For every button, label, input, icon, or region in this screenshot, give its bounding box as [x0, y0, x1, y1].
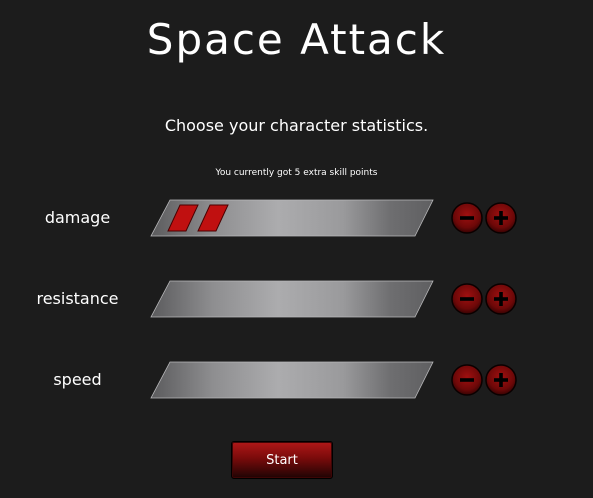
stat-buttons-speed — [450, 364, 520, 398]
stat-bar-track — [150, 280, 434, 318]
stat-bar-speed — [150, 361, 434, 399]
stat-label-resistance: resistance — [36, 289, 119, 308]
start-button[interactable]: Start — [231, 441, 333, 479]
increase-resistance-button[interactable] — [485, 283, 517, 315]
game-screen: Space Attack Choose your character stati… — [0, 0, 593, 498]
minus-icon — [451, 364, 483, 396]
stat-bar-track — [150, 361, 434, 399]
skill-points-info: You currently got 5 extra skill points — [215, 168, 378, 178]
increase-speed-button[interactable] — [485, 364, 517, 396]
plus-icon — [485, 364, 517, 396]
stat-row-damage: damage — [0, 198, 593, 238]
stat-bar-graphic — [150, 361, 434, 399]
decrease-resistance-button[interactable] — [451, 283, 483, 315]
stat-bar-resistance — [150, 280, 434, 318]
plus-icon — [485, 283, 517, 315]
decrease-speed-button[interactable] — [451, 364, 483, 396]
stat-buttons-damage — [450, 202, 520, 236]
minus-icon — [451, 202, 483, 234]
minus-icon — [451, 283, 483, 315]
stat-row-resistance: resistance — [0, 279, 593, 319]
decrease-damage-button[interactable] — [451, 202, 483, 234]
plus-icon — [485, 202, 517, 234]
stat-row-speed: speed — [0, 360, 593, 400]
stat-bar-damage — [150, 199, 434, 237]
stat-label-damage: damage — [44, 208, 111, 227]
stat-bar-graphic — [150, 280, 434, 318]
stat-bar-graphic — [150, 199, 434, 237]
stat-buttons-resistance — [450, 283, 520, 317]
instructions-text: Choose your character statistics. — [164, 116, 429, 135]
increase-damage-button[interactable] — [485, 202, 517, 234]
stat-label-speed: speed — [53, 370, 102, 389]
game-title: Space Attack — [146, 15, 447, 64]
